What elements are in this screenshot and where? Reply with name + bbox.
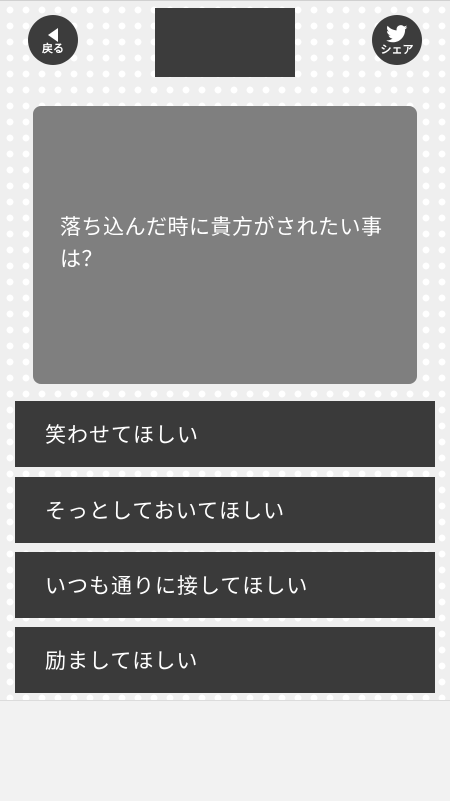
back-button[interactable]: 戻る bbox=[28, 15, 78, 65]
answer-option-label: そっとしておいてほしい bbox=[45, 499, 286, 523]
answer-option-4[interactable]: 励ましてほしい bbox=[15, 627, 435, 693]
answer-option-1[interactable]: 笑わせてほしい bbox=[15, 401, 435, 467]
twitter-bird-icon bbox=[386, 25, 408, 43]
back-button-label: 戻る bbox=[42, 41, 64, 55]
share-button-label: シェア bbox=[380, 43, 414, 56]
top-divider bbox=[0, 0, 450, 1]
answer-option-3[interactable]: いつも通りに接してほしい bbox=[15, 552, 435, 618]
bottom-area bbox=[0, 700, 450, 801]
answer-option-label: 笑わせてほしい bbox=[45, 423, 199, 447]
answer-option-label: 励ましてほしい bbox=[45, 649, 199, 673]
header-title-box bbox=[155, 8, 295, 77]
share-button[interactable]: シェア bbox=[372, 15, 422, 65]
question-text: 落ち込んだ時に貴方がされたい事は？ bbox=[60, 215, 383, 271]
answer-option-label: いつも通りに接してほしい bbox=[45, 574, 309, 598]
answer-option-2[interactable]: そっとしておいてほしい bbox=[15, 477, 435, 543]
back-arrow-icon bbox=[48, 27, 58, 42]
question-card: 落ち込んだ時に貴方がされたい事は？ bbox=[33, 106, 417, 384]
